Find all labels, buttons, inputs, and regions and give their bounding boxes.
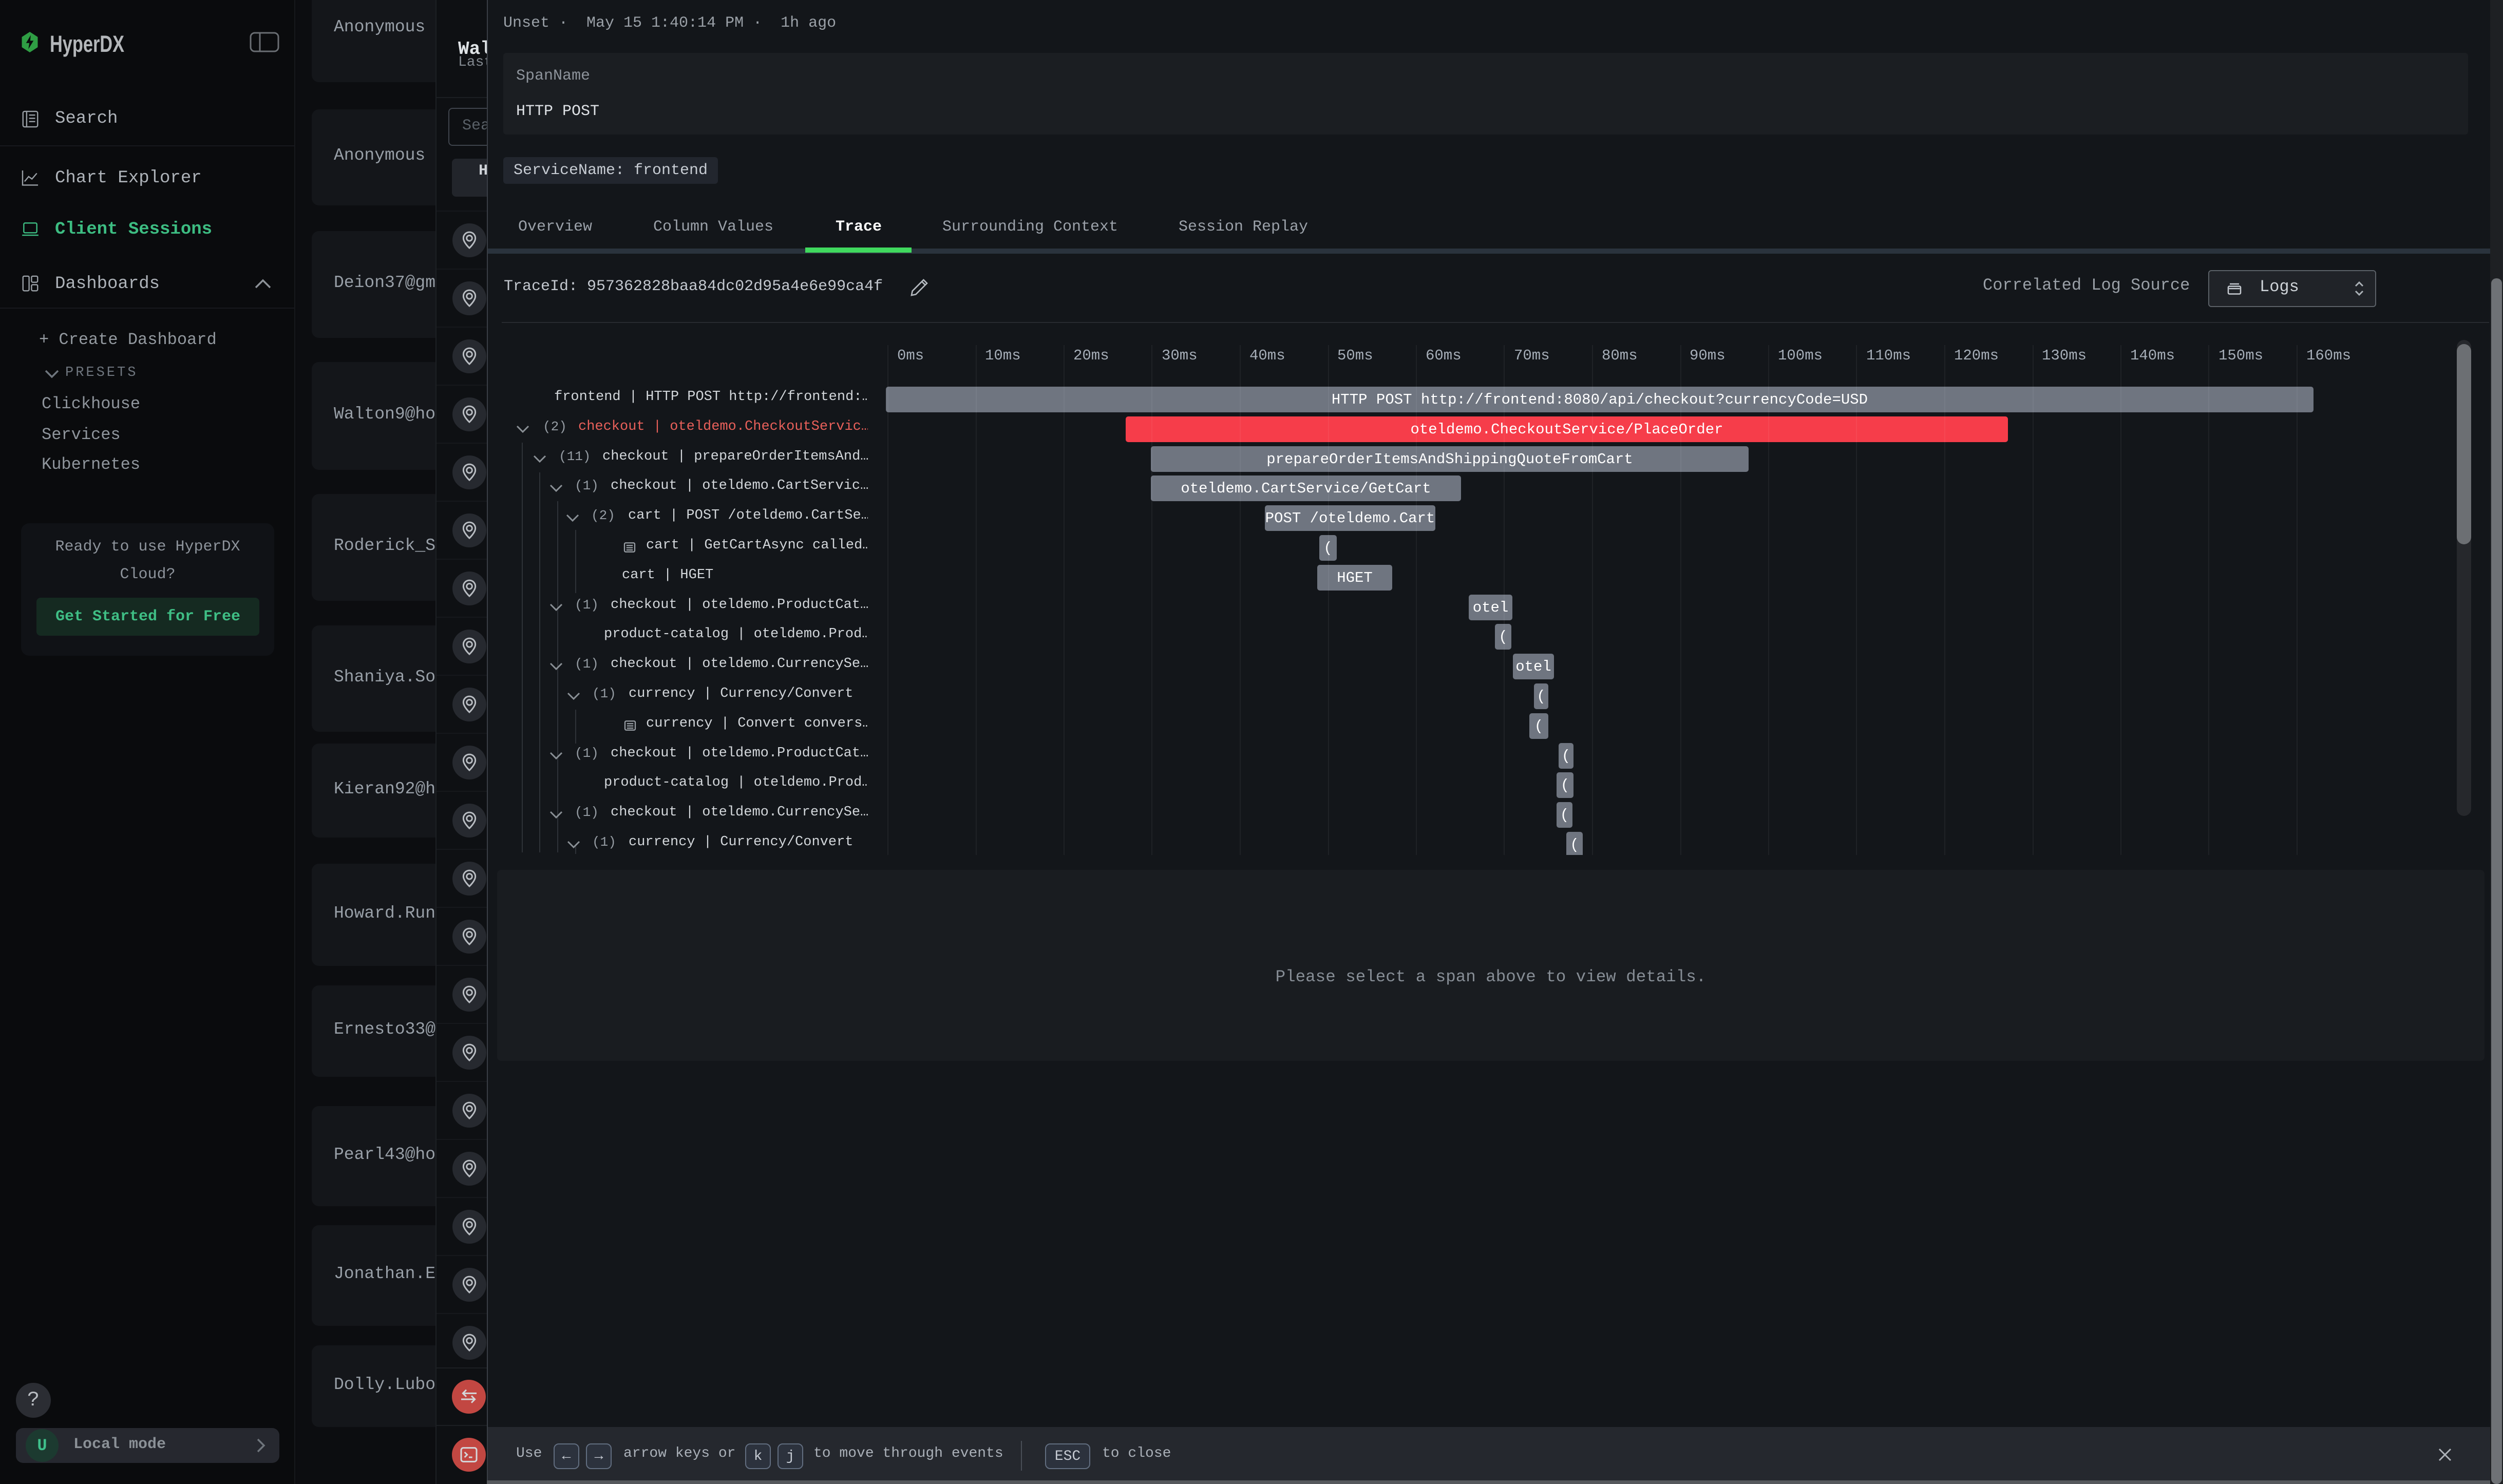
svg-text:HyperDX: HyperDX (50, 31, 124, 57)
